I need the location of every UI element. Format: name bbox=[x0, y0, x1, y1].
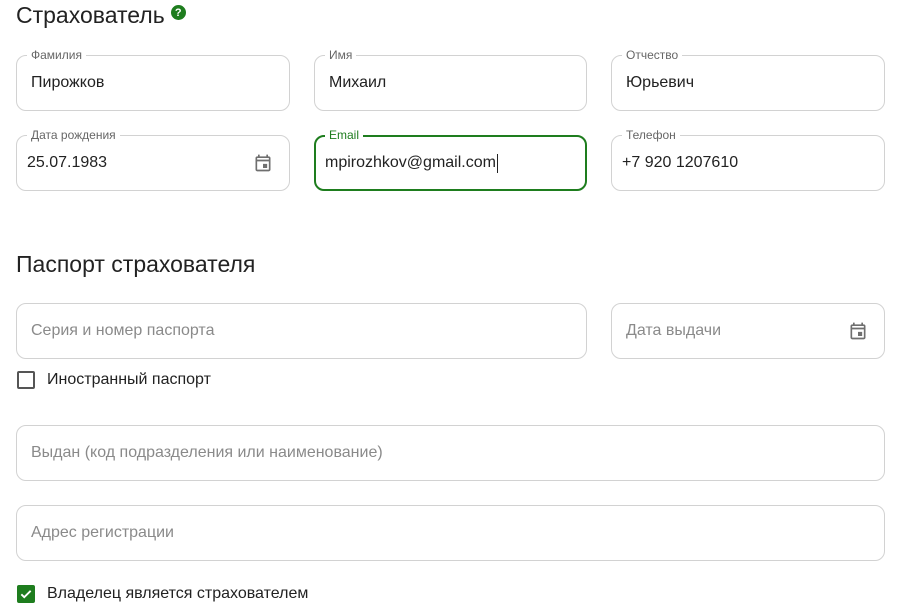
passport-series-number-placeholder: Серия и номер паспорта bbox=[31, 322, 215, 339]
check-icon bbox=[20, 590, 32, 599]
last-name-field[interactable]: Фамилия Пирожков bbox=[16, 47, 290, 111]
registration-address-input[interactable]: Адрес регистрации bbox=[16, 505, 885, 561]
calendar-icon[interactable] bbox=[253, 153, 273, 173]
patronymic-field[interactable]: Отчество Юрьевич bbox=[611, 47, 885, 111]
email-value: mpirozhkov@gmail.com bbox=[325, 154, 496, 171]
birth-date-field[interactable]: Дата рождения 25.07.1983 bbox=[16, 127, 290, 191]
issued-by-input[interactable]: Выдан (код подразделения или наименовани… bbox=[16, 425, 885, 481]
help-icon[interactable]: ? bbox=[170, 5, 186, 20]
email-value-wrap: mpirozhkov@gmail.com bbox=[325, 137, 498, 189]
text-cursor bbox=[496, 153, 498, 173]
first-name-field[interactable]: Имя Михаил bbox=[314, 47, 587, 111]
foreign-passport-label: Иностранный паспорт bbox=[47, 371, 211, 388]
passport-title-text: Паспорт страхователя bbox=[16, 251, 256, 277]
insurer-section-title: Страхователь ? bbox=[16, 2, 186, 29]
owner-is-insurer-label: Владелец является страхователем bbox=[47, 585, 309, 602]
issue-date-placeholder: Дата выдачи bbox=[626, 322, 722, 339]
email-field[interactable]: Email mpirozhkov@gmail.com bbox=[314, 127, 587, 191]
phone-field[interactable]: Телефон +7 920 1207610 bbox=[611, 127, 885, 191]
birth-date-value: 25.07.1983 bbox=[27, 154, 108, 171]
phone-value: +7 920 1207610 bbox=[622, 154, 739, 171]
insurer-title-text: Страхователь bbox=[16, 2, 165, 28]
registration-address-placeholder: Адрес регистрации bbox=[31, 524, 174, 541]
issued-by-placeholder: Выдан (код подразделения или наименовани… bbox=[31, 444, 383, 461]
calendar-icon[interactable] bbox=[848, 321, 868, 341]
foreign-passport-row[interactable]: Иностранный паспорт bbox=[17, 371, 211, 389]
owner-is-insurer-row[interactable]: Владелец является страхователем bbox=[17, 585, 308, 603]
passport-series-number-input[interactable]: Серия и номер паспорта bbox=[16, 303, 587, 359]
last-name-value: Пирожков bbox=[31, 74, 105, 91]
first-name-value: Михаил bbox=[329, 74, 387, 91]
insurance-form: Страхователь ? Фамилия Пирожков Имя Миха… bbox=[0, 0, 900, 610]
patronymic-value: Юрьевич bbox=[626, 74, 695, 91]
owner-is-insurer-checkbox[interactable] bbox=[17, 585, 35, 603]
foreign-passport-checkbox[interactable] bbox=[17, 371, 35, 389]
issue-date-input[interactable]: Дата выдачи bbox=[611, 303, 885, 359]
passport-section-title: Паспорт страхователя bbox=[16, 251, 255, 278]
